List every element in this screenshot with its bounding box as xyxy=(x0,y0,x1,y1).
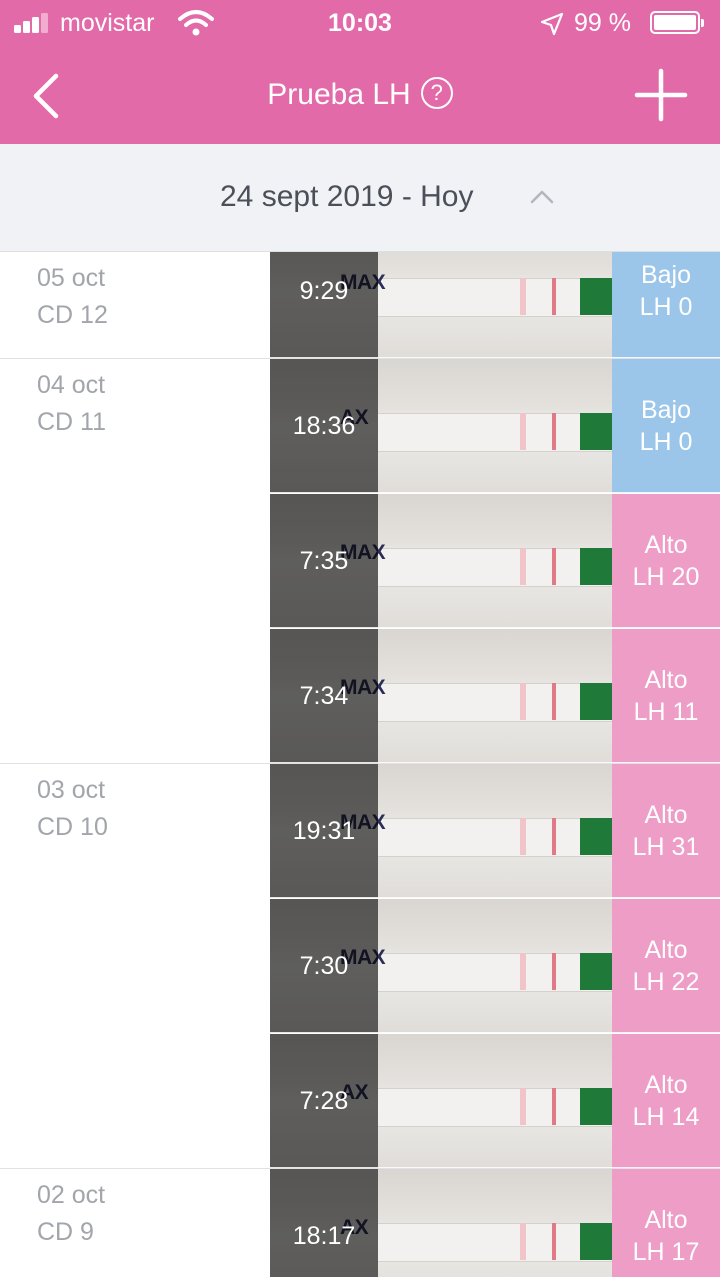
test-time: 7:28 xyxy=(299,1086,349,1115)
page-title-text: Prueba LH xyxy=(267,78,411,111)
row-divider xyxy=(270,1032,720,1033)
row-divider xyxy=(270,762,720,763)
day-group: 03 octCD 10MAX19:31AltoLH 31MAX7:30AltoL… xyxy=(0,764,720,1169)
test-time: 7:35 xyxy=(299,546,349,575)
result-lh-value: LH 22 xyxy=(632,968,700,996)
page-title: Prueba LH? xyxy=(0,77,720,112)
result-badge-high: Alto LH 11 xyxy=(612,629,720,763)
test-history-list: 05 octCD 12MAX9:29BajoLH 004 octCD 11AX1… xyxy=(0,252,720,1277)
day-group: 04 octCD 11AX18:36BajoLH 0MAX7:35AltoLH … xyxy=(0,359,720,764)
day-group: 05 octCD 12MAX9:29BajoLH 0 xyxy=(0,252,720,359)
result-lh-value: LH 0 xyxy=(639,428,693,456)
test-time: 18:17 xyxy=(292,1221,356,1250)
help-icon[interactable]: ? xyxy=(420,77,453,110)
lh-test-row[interactable]: MAX9:29BajoLH 0 xyxy=(270,252,720,358)
row-divider xyxy=(270,357,720,358)
cycle-day: CD 10 xyxy=(37,813,108,841)
day-group: 02 octCD 9AX18:17AltoLH 17 xyxy=(0,1169,720,1277)
lh-test-row[interactable]: AX7:28AltoLH 14 xyxy=(270,1034,720,1168)
result-lh-value: LH 31 xyxy=(632,833,700,861)
row-divider xyxy=(270,897,720,898)
lh-test-row[interactable]: MAX19:31AltoLH 31 xyxy=(270,764,720,898)
row-divider xyxy=(270,627,720,628)
result-level: Bajo xyxy=(640,396,692,424)
result-lh-value: LH 17 xyxy=(632,1238,700,1266)
result-badge-high: Alto LH 17 xyxy=(612,1169,720,1277)
result-lh-value: LH 0 xyxy=(639,293,693,321)
battery-icon xyxy=(650,11,704,34)
result-badge-high: Alto LH 14 xyxy=(612,1034,720,1168)
result-level: Bajo xyxy=(640,261,692,289)
result-level: Alto xyxy=(644,801,688,829)
day-date: 04 oct xyxy=(37,371,106,399)
test-time: 19:31 xyxy=(292,816,356,845)
result-badge-low: Bajo LH 0 xyxy=(612,359,720,493)
date-range-label: 24 sept 2019 - Hoy xyxy=(220,180,474,213)
add-test-button[interactable] xyxy=(634,68,688,122)
date-range-selector[interactable]: 24 sept 2019 - Hoy xyxy=(0,144,720,252)
result-badge-low: Bajo LH 0 xyxy=(612,252,720,358)
lh-test-row[interactable]: AX18:36BajoLH 0 xyxy=(270,359,720,493)
result-level: Alto xyxy=(644,531,688,559)
test-time: 18:36 xyxy=(292,411,356,440)
cycle-day: CD 11 xyxy=(37,408,107,436)
result-level: Alto xyxy=(644,1206,688,1234)
result-badge-high: Alto LH 31 xyxy=(612,764,720,898)
lh-test-row[interactable]: AX18:17AltoLH 17 xyxy=(270,1169,720,1277)
result-lh-value: LH 14 xyxy=(632,1103,700,1131)
test-time: 7:34 xyxy=(299,681,349,710)
test-time: 9:29 xyxy=(299,276,349,305)
test-time: 7:30 xyxy=(299,951,349,980)
status-bar: movistar 10:03 99 % xyxy=(0,0,720,48)
result-lh-value: LH 11 xyxy=(633,698,699,726)
lh-test-row[interactable]: MAX7:34AltoLH 11 xyxy=(270,629,720,763)
app-header: movistar 10:03 99 % Prueba LH? xyxy=(0,0,720,144)
day-date: 05 oct xyxy=(37,264,106,292)
row-divider xyxy=(270,1167,720,1168)
result-level: Alto xyxy=(644,936,688,964)
result-level: Alto xyxy=(644,666,688,694)
location-arrow-icon xyxy=(540,12,564,36)
chevron-up-icon[interactable] xyxy=(530,190,554,204)
row-divider xyxy=(270,492,720,493)
cycle-day: CD 9 xyxy=(37,1218,94,1246)
day-date: 02 oct xyxy=(37,1181,106,1209)
battery-percentage: 99 % xyxy=(574,9,631,37)
lh-test-row[interactable]: MAX7:30AltoLH 22 xyxy=(270,899,720,1033)
result-lh-value: LH 20 xyxy=(632,563,700,591)
day-date: 03 oct xyxy=(37,776,106,804)
result-badge-high: Alto LH 20 xyxy=(612,494,720,628)
result-level: Alto xyxy=(644,1071,688,1099)
lh-test-row[interactable]: MAX7:35AltoLH 20 xyxy=(270,494,720,628)
result-badge-high: Alto LH 22 xyxy=(612,899,720,1033)
cycle-day: CD 12 xyxy=(37,301,108,329)
